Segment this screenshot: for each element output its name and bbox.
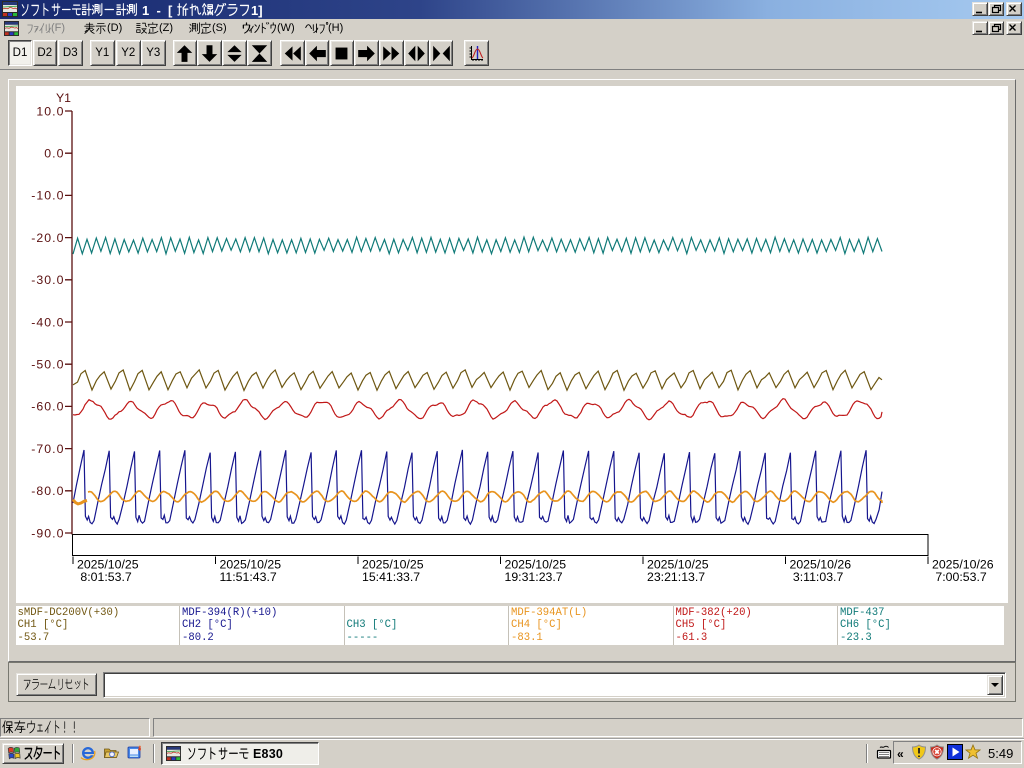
svg-text:-10.0: -10.0 [31, 189, 64, 203]
svg-text:-90.0: -90.0 [31, 526, 64, 540]
svg-text:15:41:33.7: 15:41:33.7 [362, 570, 420, 584]
svg-text:Y1: Y1 [56, 91, 71, 105]
svg-text:-80.0: -80.0 [31, 484, 64, 498]
svg-text:8:01:53.7: 8:01:53.7 [77, 570, 132, 584]
svg-text:0.0: 0.0 [44, 147, 64, 161]
svg-text:-60.0: -60.0 [31, 400, 64, 414]
svg-text:11:51:43.7: 11:51:43.7 [220, 570, 277, 584]
svg-text:-40.0: -40.0 [31, 315, 64, 329]
svg-text:-20.0: -20.0 [31, 231, 64, 245]
svg-text:7:00:53.7: 7:00:53.7 [932, 570, 987, 584]
svg-text:3:11:03.7: 3:11:03.7 [790, 570, 844, 584]
svg-text:23:21:13.7: 23:21:13.7 [647, 570, 705, 584]
svg-text:-50.0: -50.0 [31, 358, 64, 372]
svg-text:-30.0: -30.0 [31, 273, 64, 287]
svg-text:19:31:23.7: 19:31:23.7 [505, 570, 563, 584]
svg-text:10.0: 10.0 [36, 104, 64, 118]
svg-text:-70.0: -70.0 [31, 442, 64, 456]
